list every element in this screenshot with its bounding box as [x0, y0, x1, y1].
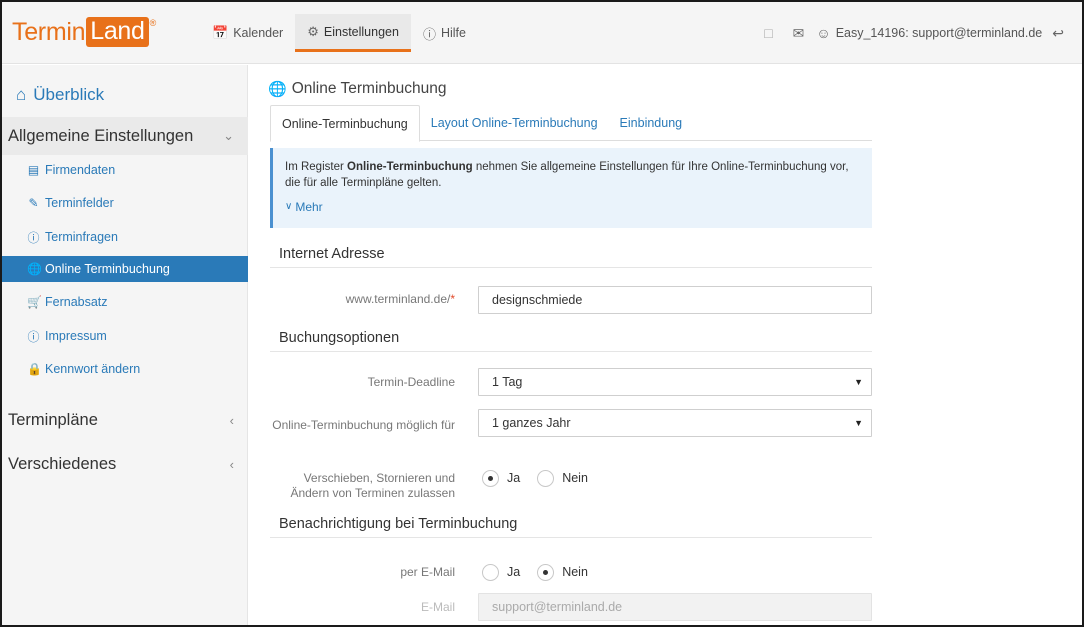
possible-label: Online-Terminbuchung möglich für [272, 418, 455, 432]
page-title: 🌐 Online Terminbuchung [268, 80, 447, 98]
caret-down-icon: ▼ [854, 377, 863, 387]
possible-select[interactable]: 1 ganzes Jahr ▼ [478, 409, 872, 437]
reschedule-radio-ja[interactable] [482, 469, 499, 487]
email-notify-radio-group: Ja Nein [482, 562, 605, 582]
sidebar-item-terminfragen[interactable]: ⓘ Terminfragen [2, 224, 248, 250]
section-internet-adresse: Internet Adresse [270, 240, 872, 268]
app-window: Termin Land ® 📅 Kalender ⚙ Einstellungen ⓘ… [0, 0, 1084, 627]
calendar-icon: 📅 [212, 25, 229, 40]
caret-down-icon: ▼ [854, 418, 863, 428]
tab-online-terminbuchung[interactable]: Online-Terminbuchung [270, 105, 420, 142]
chevron-left-icon: ‹ [229, 412, 234, 428]
chevron-down-icon: ⌄ [223, 128, 234, 143]
deadline-label: Termin-Deadline [367, 375, 455, 389]
tab-layout-online-terminbuchung[interactable]: Layout Online-Terminbuchung [420, 105, 609, 141]
globe-icon: 🌐 [27, 262, 42, 276]
sidebar-section-allgemeine[interactable]: Allgemeine Einstellungen ⌄ [2, 117, 248, 155]
section-buchungsoptionen: Buchungsoptionen [270, 324, 872, 352]
edit-icon: ✎ [28, 196, 39, 210]
more-link[interactable]: ∨ Mehr [285, 199, 860, 215]
logout-icon[interactable]: ↩ [1052, 25, 1064, 42]
tab-einbindung[interactable]: Einbindung [609, 105, 694, 141]
sidebar-item-online-terminbuchung[interactable]: 🌐 Online Terminbuchung [2, 256, 248, 282]
deadline-select[interactable]: 1 Tag ▼ [478, 368, 872, 396]
double-chevron-down-icon: ∨ [285, 201, 293, 212]
nav-kalender[interactable]: 📅 Kalender [200, 14, 295, 52]
id-card-icon: ▤ [27, 163, 40, 177]
top-bar: Termin Land ® 📅 Kalender ⚙ Einstellungen ⓘ… [2, 2, 1082, 64]
info-box: Im Register Online-Terminbuchung nehmen … [270, 148, 872, 228]
tab-bar: Online-Terminbuchung Layout Online-Termi… [270, 105, 872, 142]
mail-icon[interactable]: ✉ [793, 25, 805, 42]
sidebar-overview[interactable]: ⌂ Überblick [16, 85, 104, 105]
section-benachrichtigung: Benachrichtigung bei Terminbuchung [270, 510, 872, 538]
email-notify-radio-nein[interactable] [537, 563, 555, 581]
home-icon: ⌂ [16, 85, 27, 104]
lock-icon: 🔒 [27, 362, 42, 376]
info-text: Im Register Online-Terminbuchung nehmen … [285, 161, 849, 189]
sidebar-section-verschiedenes[interactable]: Verschiedenes ‹ [2, 445, 248, 483]
info-icon: ⓘ [27, 329, 40, 344]
help-icon: ⓘ [422, 26, 436, 42]
reschedule-label: Verschieben, Stornieren und Ändern von T… [290, 471, 455, 500]
sidebar-item-kennwort[interactable]: 🔒 Kennwort ändern [2, 356, 248, 382]
question-icon: ⓘ [27, 230, 40, 245]
sidebar: ⌂ Überblick Allgemeine Einstellungen ⌄ ▤… [2, 65, 248, 625]
top-right-tools: □ ✉ ☺ Easy_14196: support@terminland.de … [754, 20, 1074, 46]
nav-hilfe[interactable]: ⓘ Hilfe [411, 14, 478, 52]
url-label: www.terminland.de/* [345, 292, 455, 306]
email-notify-label: per E-Mail [400, 565, 455, 579]
chevron-left-icon: ‹ [229, 456, 234, 472]
email-notify-radio-ja[interactable] [482, 563, 499, 581]
cart-icon: 🛒 [27, 295, 42, 309]
user-menu[interactable]: ☺ Easy_14196: support@terminland.de [814, 25, 1042, 41]
reschedule-radio-group: Ja Nein [482, 468, 605, 488]
url-input[interactable]: designschmiede [478, 286, 872, 314]
gear-icon: ⚙ [307, 23, 319, 39]
email-label: E-Mail [420, 600, 455, 614]
sidebar-item-terminfelder[interactable]: ✎ Terminfelder [2, 190, 248, 216]
terminland-logo[interactable]: Termin Land ® [12, 16, 156, 48]
nav-einstellungen[interactable]: ⚙ Einstellungen [295, 14, 411, 52]
calendar-icon[interactable]: □ [764, 25, 772, 41]
sidebar-item-fernabsatz[interactable]: 🛒 Fernabsatz [2, 289, 248, 315]
user-icon: ☺ [816, 25, 831, 41]
sidebar-item-firmendaten[interactable]: ▤ Firmendaten [2, 157, 248, 183]
reschedule-radio-nein[interactable] [537, 469, 555, 487]
main-nav: 📅 Kalender ⚙ Einstellungen ⓘ Hilfe [200, 14, 478, 52]
sidebar-section-terminplaene[interactable]: Terminpläne ‹ [2, 401, 248, 439]
email-input[interactable]: support@terminland.de [478, 593, 872, 621]
globe-icon: 🌐 [268, 81, 287, 98]
sidebar-item-impressum[interactable]: ⓘ Impressum [2, 323, 248, 349]
